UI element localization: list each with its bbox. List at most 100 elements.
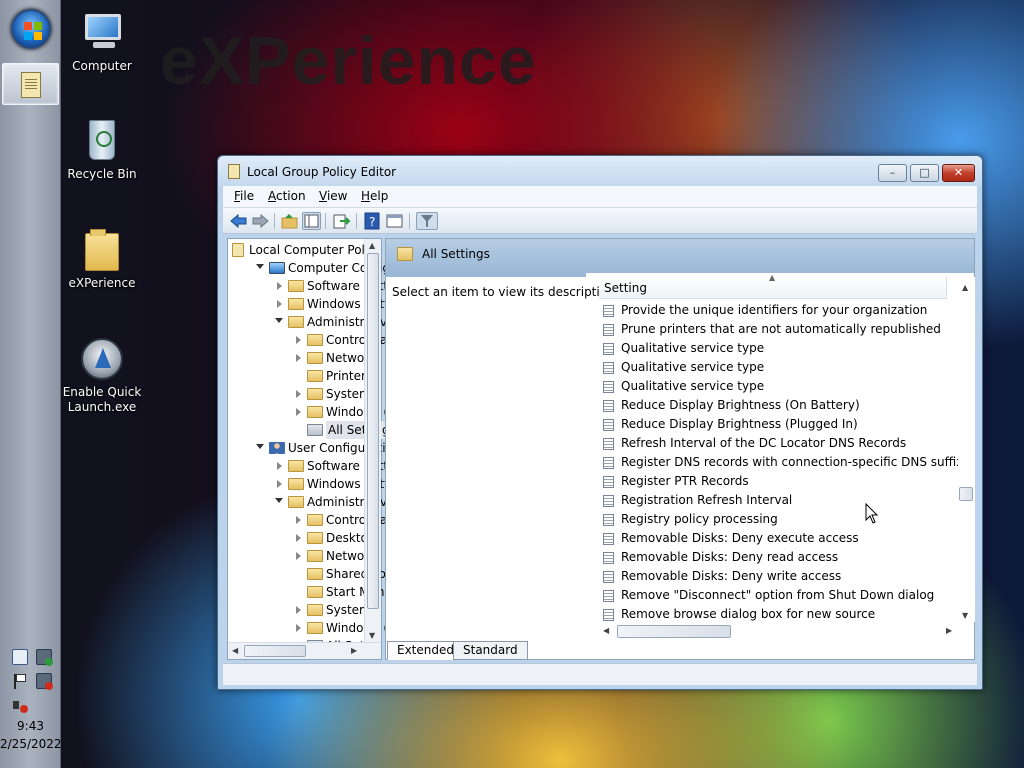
tree-horizontal-scrollbar[interactable]: ◀ ▶: [228, 642, 381, 659]
network-check-tray-icon[interactable]: [36, 649, 53, 666]
list-horizontal-scrollbar[interactable]: ◀ ▶: [599, 623, 959, 640]
policy-setting-icon: [603, 552, 614, 564]
menu-bar: File Action View Help: [223, 186, 977, 207]
folder-icon: [288, 496, 304, 508]
tree-node-label: Local Computer Polic: [249, 243, 375, 257]
clock-time[interactable]: 9:43: [0, 719, 61, 733]
tree-node-label: Administrative: [307, 315, 395, 329]
maximize-button[interactable]: □: [910, 164, 939, 182]
setting-label: Registry policy processing: [621, 512, 778, 526]
collapsed-triangle-icon[interactable]: [296, 606, 301, 614]
setting-label: Register DNS records with connection-spe…: [621, 455, 964, 469]
collapsed-triangle-icon[interactable]: [296, 516, 301, 524]
menu-action[interactable]: Action: [268, 189, 306, 203]
folder-icon: [307, 406, 323, 418]
collapsed-triangle-icon[interactable]: [277, 480, 282, 488]
tab-standard[interactable]: Standard: [453, 641, 528, 660]
document-tray-icon[interactable]: [12, 649, 28, 665]
network-disconnected-tray-icon[interactable]: [36, 673, 53, 690]
windows-start-orb-icon[interactable]: [11, 9, 51, 49]
console-tree: Local Computer Polic Computer Config Softw…: [227, 238, 401, 660]
folder-icon: [307, 532, 323, 544]
policy-setting-icon: [603, 476, 614, 488]
expanded-triangle-icon[interactable]: [275, 498, 283, 503]
menu-help[interactable]: Help: [361, 189, 388, 203]
quick-launch-app-icon: [81, 338, 123, 380]
tree-node-label: User Configuration: [288, 441, 401, 455]
collapsed-triangle-icon[interactable]: [277, 282, 282, 290]
group-policy-editor-icon: [21, 72, 41, 98]
policy-setting-icon: [603, 343, 614, 355]
tree-scroll-thumb[interactable]: [367, 253, 379, 609]
folder-icon: [307, 334, 323, 346]
collapsed-triangle-icon[interactable]: [277, 300, 282, 308]
up-folder-icon[interactable]: [280, 212, 299, 230]
expanded-triangle-icon[interactable]: [256, 264, 264, 269]
filter-icon[interactable]: [416, 212, 438, 230]
policy-setting-icon: [603, 438, 614, 450]
desktop-icon-recycle-bin[interactable]: Recycle Bin: [60, 118, 144, 182]
list-hscroll-thumb[interactable]: [617, 625, 731, 638]
folder-icon: [307, 604, 323, 616]
folder-icon: [288, 460, 304, 472]
back-arrow-icon[interactable]: [229, 212, 248, 230]
policy-setting-icon: [603, 400, 614, 412]
folder-icon: [85, 229, 119, 271]
clock-date[interactable]: 2/25/2022: [0, 737, 62, 751]
list-vertical-scrollbar[interactable]: ▲ ▼: [958, 277, 975, 622]
setting-label: Removable Disks: Deny execute access: [621, 531, 859, 545]
volume-muted-icon[interactable]: [12, 697, 28, 713]
collapsed-triangle-icon[interactable]: [296, 408, 301, 416]
desktop-icon-experience-folder[interactable]: eXPerience: [60, 227, 144, 291]
expanded-triangle-icon[interactable]: [256, 444, 264, 449]
menu-view[interactable]: View: [319, 189, 347, 203]
desktop-watermark: eXPerience: [160, 23, 537, 99]
expanded-triangle-icon[interactable]: [275, 318, 283, 323]
export-list-icon[interactable]: [332, 212, 351, 230]
status-bar: [223, 663, 977, 685]
forward-arrow-icon[interactable]: [251, 212, 270, 230]
doc-icon: [232, 243, 244, 257]
minimize-button[interactable]: –: [878, 164, 907, 182]
folder-icon: [307, 550, 323, 562]
tree-vertical-scrollbar[interactable]: ▲ ▼: [364, 239, 381, 642]
folder-icon: [307, 622, 323, 634]
setting-label: Qualitative service type: [621, 360, 765, 374]
policy-setting-icon: [603, 533, 614, 545]
collapsed-triangle-icon[interactable]: [296, 552, 301, 560]
setting-label: Remove browse dialog box for new source: [621, 607, 876, 621]
desktop-icon-computer[interactable]: Computer: [60, 10, 144, 74]
policy-setting-icon: [603, 514, 614, 526]
properties-pane-icon[interactable]: [385, 212, 404, 230]
toolbar: ?: [223, 207, 977, 234]
policy-setting-icon: [603, 590, 614, 602]
close-button[interactable]: ✕: [942, 164, 975, 182]
collapsed-triangle-icon[interactable]: [296, 354, 301, 362]
recycle-bin-icon: [89, 120, 115, 160]
collapsed-triangle-icon[interactable]: [296, 336, 301, 344]
policy-setting-icon: [603, 362, 614, 374]
policy-setting-icon: [603, 419, 614, 431]
folder-icon: [307, 568, 323, 580]
setting-label: Removable Disks: Deny read access: [621, 550, 839, 564]
settings-folder-icon: [397, 247, 413, 261]
desktop-icon-enable-quick-launch[interactable]: Enable Quick Launch.exe: [60, 336, 144, 415]
window-titlebar[interactable]: Local Group Policy Editor – □ ✕: [218, 156, 982, 186]
taskbar-button-group-policy-editor[interactable]: [2, 63, 59, 105]
collapsed-triangle-icon[interactable]: [296, 534, 301, 542]
collapsed-triangle-icon[interactable]: [277, 462, 282, 470]
collapsed-triangle-icon[interactable]: [296, 390, 301, 398]
tree-hscroll-thumb[interactable]: [244, 645, 306, 657]
list-scroll-thumb[interactable]: [959, 487, 973, 501]
policy-setting-icon: [603, 305, 614, 317]
sort-ascending-icon: ▲: [769, 273, 776, 282]
column-header-setting[interactable]: ▲ Setting: [599, 273, 947, 299]
setting-label: Prune printers that are not automaticall…: [621, 322, 941, 336]
action-center-flag-icon[interactable]: [12, 673, 28, 689]
folder-icon: [288, 478, 304, 490]
show-hide-console-tree-icon[interactable]: [302, 212, 321, 230]
taskbar: 9:43 2/25/2022: [0, 0, 62, 768]
help-icon[interactable]: ?: [363, 212, 382, 230]
menu-file[interactable]: File: [234, 189, 254, 203]
collapsed-triangle-icon[interactable]: [296, 624, 301, 632]
